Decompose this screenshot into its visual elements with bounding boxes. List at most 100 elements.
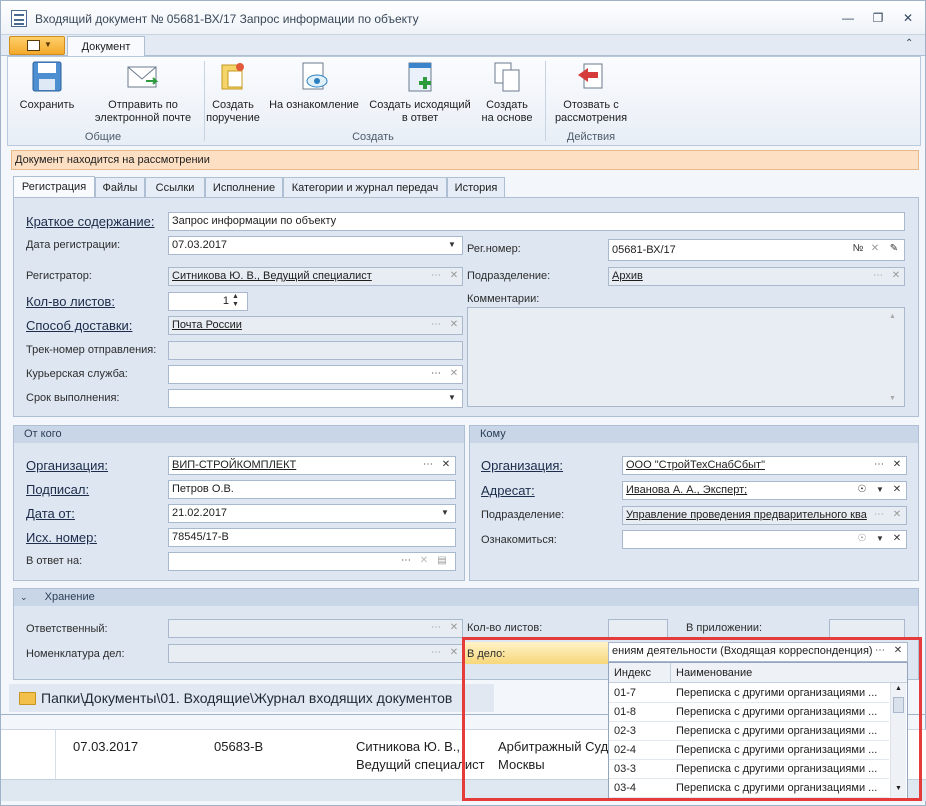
tab-registration[interactable]: Регистрация [13, 176, 95, 198]
deadline-label: Срок выполнения: [26, 392, 120, 404]
summary-field[interactable]: Запрос информации по объекту [168, 212, 905, 231]
from-org-label: Организация: [26, 458, 109, 473]
acquaint-field-label: Ознакомиться: [481, 534, 557, 546]
chevron-down-icon[interactable]: ▼ [444, 390, 460, 407]
clear-icon[interactable]: ✕ [446, 366, 462, 383]
tab-history[interactable]: История [447, 177, 505, 198]
ellipsis-icon[interactable]: ⋯ [428, 366, 444, 383]
close-icon[interactable]: ✕ [899, 10, 917, 26]
ellipsis-icon[interactable]: ⋯ [870, 268, 886, 285]
registrar-label: Регистратор: [26, 270, 92, 282]
folder-icon [19, 692, 36, 705]
department-field[interactable]: Архив [608, 267, 905, 286]
clear-icon[interactable]: ✕ [438, 457, 454, 474]
courier-field[interactable] [168, 365, 463, 384]
chevron-down-icon[interactable]: ▼ [437, 505, 453, 522]
ellipsis-icon[interactable]: ⋯ [420, 457, 436, 474]
clear-icon[interactable]: ✕ [446, 268, 462, 285]
deadline-field[interactable] [168, 389, 463, 408]
to-dept-field[interactable]: Управление проведения предварительного к… [622, 506, 907, 525]
ellipsis-icon[interactable]: ⋯ [428, 317, 444, 334]
create-based-button[interactable]: Создать на основе [478, 61, 536, 125]
delivery-field[interactable]: Почта России [168, 316, 463, 335]
clear-icon[interactable]: ✕ [446, 317, 462, 334]
outnum-label: Исх. номер: [26, 530, 97, 545]
app-menu-button[interactable]: ▼ [9, 36, 65, 55]
number-button[interactable]: № [849, 241, 867, 258]
folder-path: Папки\Документы\01. Входящие\Журнал вход… [41, 690, 453, 706]
ellipsis-icon[interactable]: ⋯ [428, 645, 444, 662]
tab-document[interactable]: Документ [67, 36, 145, 57]
clear-icon[interactable]: ✕ [889, 531, 905, 548]
clear-icon[interactable]: ✕ [889, 457, 905, 474]
storage-sheets-label: Кол-во листов: [467, 622, 543, 634]
outnum-field[interactable]: 78545/17-В [168, 528, 456, 547]
tab-links[interactable]: Ссылки [145, 177, 205, 198]
signed-label: Подписал: [26, 482, 90, 497]
nomenclature-field[interactable] [168, 644, 463, 663]
create-reply-button[interactable]: Создать исходящий в ответ [368, 61, 472, 125]
scroll-down-icon[interactable]: ▼ [889, 395, 896, 402]
scroll-up-icon[interactable]: ▲ [889, 313, 896, 320]
document-window: Входящий документ № 05681-ВХ/17 Запрос и… [0, 0, 926, 806]
cell-person-line1: Ситникова Ю. В., [356, 739, 460, 754]
stepper-arrows-icon[interactable]: ▲ ▼ [232, 293, 239, 309]
collapse-ribbon-icon[interactable]: ⌃ [905, 38, 913, 49]
delivery-value: Почта России [172, 319, 242, 331]
appendix-field[interactable] [829, 619, 905, 638]
clear-icon[interactable]: ✕ [446, 620, 462, 637]
pen-icon[interactable]: ✎ [886, 241, 902, 258]
window-title: Входящий документ № 05681-ВХ/17 Запрос и… [35, 12, 419, 26]
collapse-icon: ⌄ [20, 592, 28, 602]
tab-execution[interactable]: Исполнение [205, 177, 283, 198]
save-button[interactable]: Сохранить [12, 61, 82, 112]
clear-icon[interactable]: ✕ [446, 645, 462, 662]
tab-categories[interactable]: Категории и журнал передач [283, 177, 447, 198]
comments-field[interactable] [467, 307, 905, 407]
to-dept-value: Управление проведения предварительного к… [626, 509, 867, 521]
ellipsis-icon[interactable]: ⋯ [428, 268, 444, 285]
clear-icon[interactable]: ✕ [888, 268, 904, 285]
ellipsis-icon[interactable]: ⋯ [428, 620, 444, 637]
create-task-button[interactable]: Создать поручение [204, 61, 262, 125]
chevron-down-icon[interactable]: ▼ [872, 482, 888, 499]
reg-date-field[interactable]: 07.03.2017 [168, 236, 463, 255]
clear-icon[interactable]: ✕ [889, 507, 905, 524]
tab-files[interactable]: Файлы [95, 177, 145, 198]
ellipsis-icon[interactable]: ⋯ [871, 457, 887, 474]
task-icon [216, 61, 250, 93]
storage-sheets-field[interactable] [608, 619, 668, 638]
from-date-field[interactable]: 21.02.2017 [168, 504, 456, 523]
from-org-field[interactable]: ВИП-СТРОЙКОМПЛЕКТ [168, 456, 456, 475]
signed-field[interactable]: Петров О.В. [168, 480, 456, 499]
restore-icon[interactable]: ❐ [869, 10, 887, 26]
chevron-down-icon[interactable]: ▼ [444, 237, 460, 254]
recall-button[interactable]: Отозвать с рассмотрения [549, 61, 633, 125]
ellipsis-icon[interactable]: ⋯ [398, 553, 414, 570]
column-divider [55, 730, 56, 780]
reg-date-label: Дата регистрации: [26, 239, 121, 251]
email-icon [126, 61, 160, 93]
people-icon[interactable]: ☉ [854, 531, 870, 548]
responsible-field[interactable] [168, 619, 463, 638]
storage-header[interactable]: ⌄ Хранение [14, 589, 918, 606]
clear-icon[interactable]: ✕ [416, 553, 432, 570]
registrar-field[interactable]: Ситникова Ю. В., Ведущий специалист [168, 267, 463, 286]
clear-icon[interactable]: ✕ [889, 482, 905, 499]
document-icon[interactable]: ▤ [434, 553, 450, 570]
send-email-button[interactable]: Отправить по электронной почте [88, 61, 198, 125]
track-field[interactable] [168, 341, 463, 360]
new-document-icon [403, 61, 437, 93]
status-banner: Документ находится на рассмотрении [11, 150, 919, 170]
acquaint-button[interactable]: На ознакомление [268, 61, 360, 112]
to-org-field[interactable]: ООО "СтройТехСнабСбыт" [622, 456, 907, 475]
chevron-down-icon[interactable]: ▼ [872, 531, 888, 548]
addressee-label: Адресат: [481, 483, 535, 498]
ellipsis-icon[interactable]: ⋯ [871, 507, 887, 524]
people-icon[interactable]: ☉ [854, 482, 870, 499]
eye-icon [297, 61, 331, 93]
chevron-down-icon: ▼ [44, 40, 52, 49]
from-date-label: Дата от: [26, 506, 75, 521]
clear-icon[interactable]: ✕ [867, 241, 883, 258]
minimize-icon[interactable]: — [839, 10, 857, 26]
